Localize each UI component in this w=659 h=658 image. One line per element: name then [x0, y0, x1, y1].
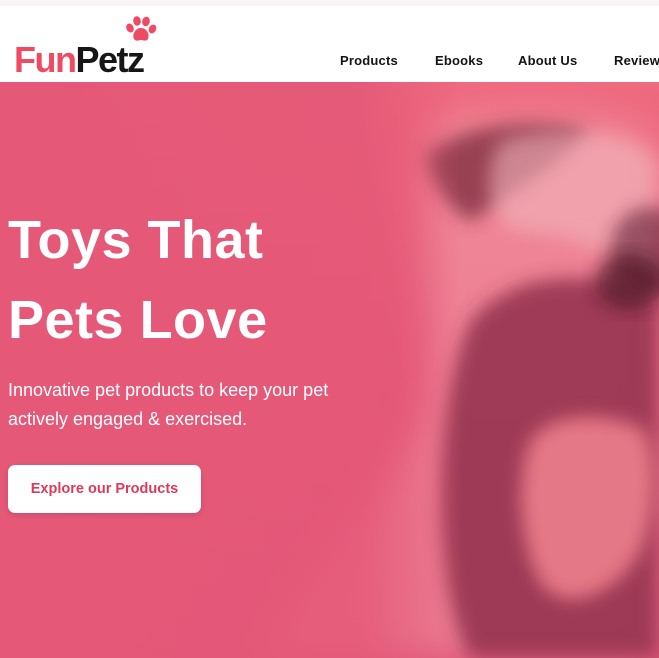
site-header: FunPetz Products Ebooks About Us Reviews: [0, 6, 659, 82]
hero-section: Toys That Pets Love Innovative pet produ…: [0, 82, 659, 658]
hero-title-line-1: Toys That: [8, 210, 264, 270]
hero-dog-image: [0, 82, 659, 658]
nav-item-products[interactable]: Products: [340, 53, 398, 68]
hero-subtitle-line-2: actively engaged & exercised.: [8, 409, 248, 429]
hero-subtitle: Innovative pet products to keep your pet…: [8, 376, 388, 434]
main-nav: Products Ebooks About Us Reviews: [0, 53, 659, 73]
nav-item-ebooks[interactable]: Ebooks: [435, 53, 483, 68]
hero-subtitle-line-1: Innovative pet products to keep your pet: [8, 380, 329, 400]
hero-title-line-2: Pets Love: [8, 290, 268, 350]
explore-products-button[interactable]: Explore our Products: [8, 465, 201, 513]
nav-item-reviews[interactable]: Reviews: [614, 53, 659, 68]
hero-title: Toys That Pets Love: [8, 200, 428, 360]
nav-item-about-us[interactable]: About Us: [518, 53, 577, 68]
